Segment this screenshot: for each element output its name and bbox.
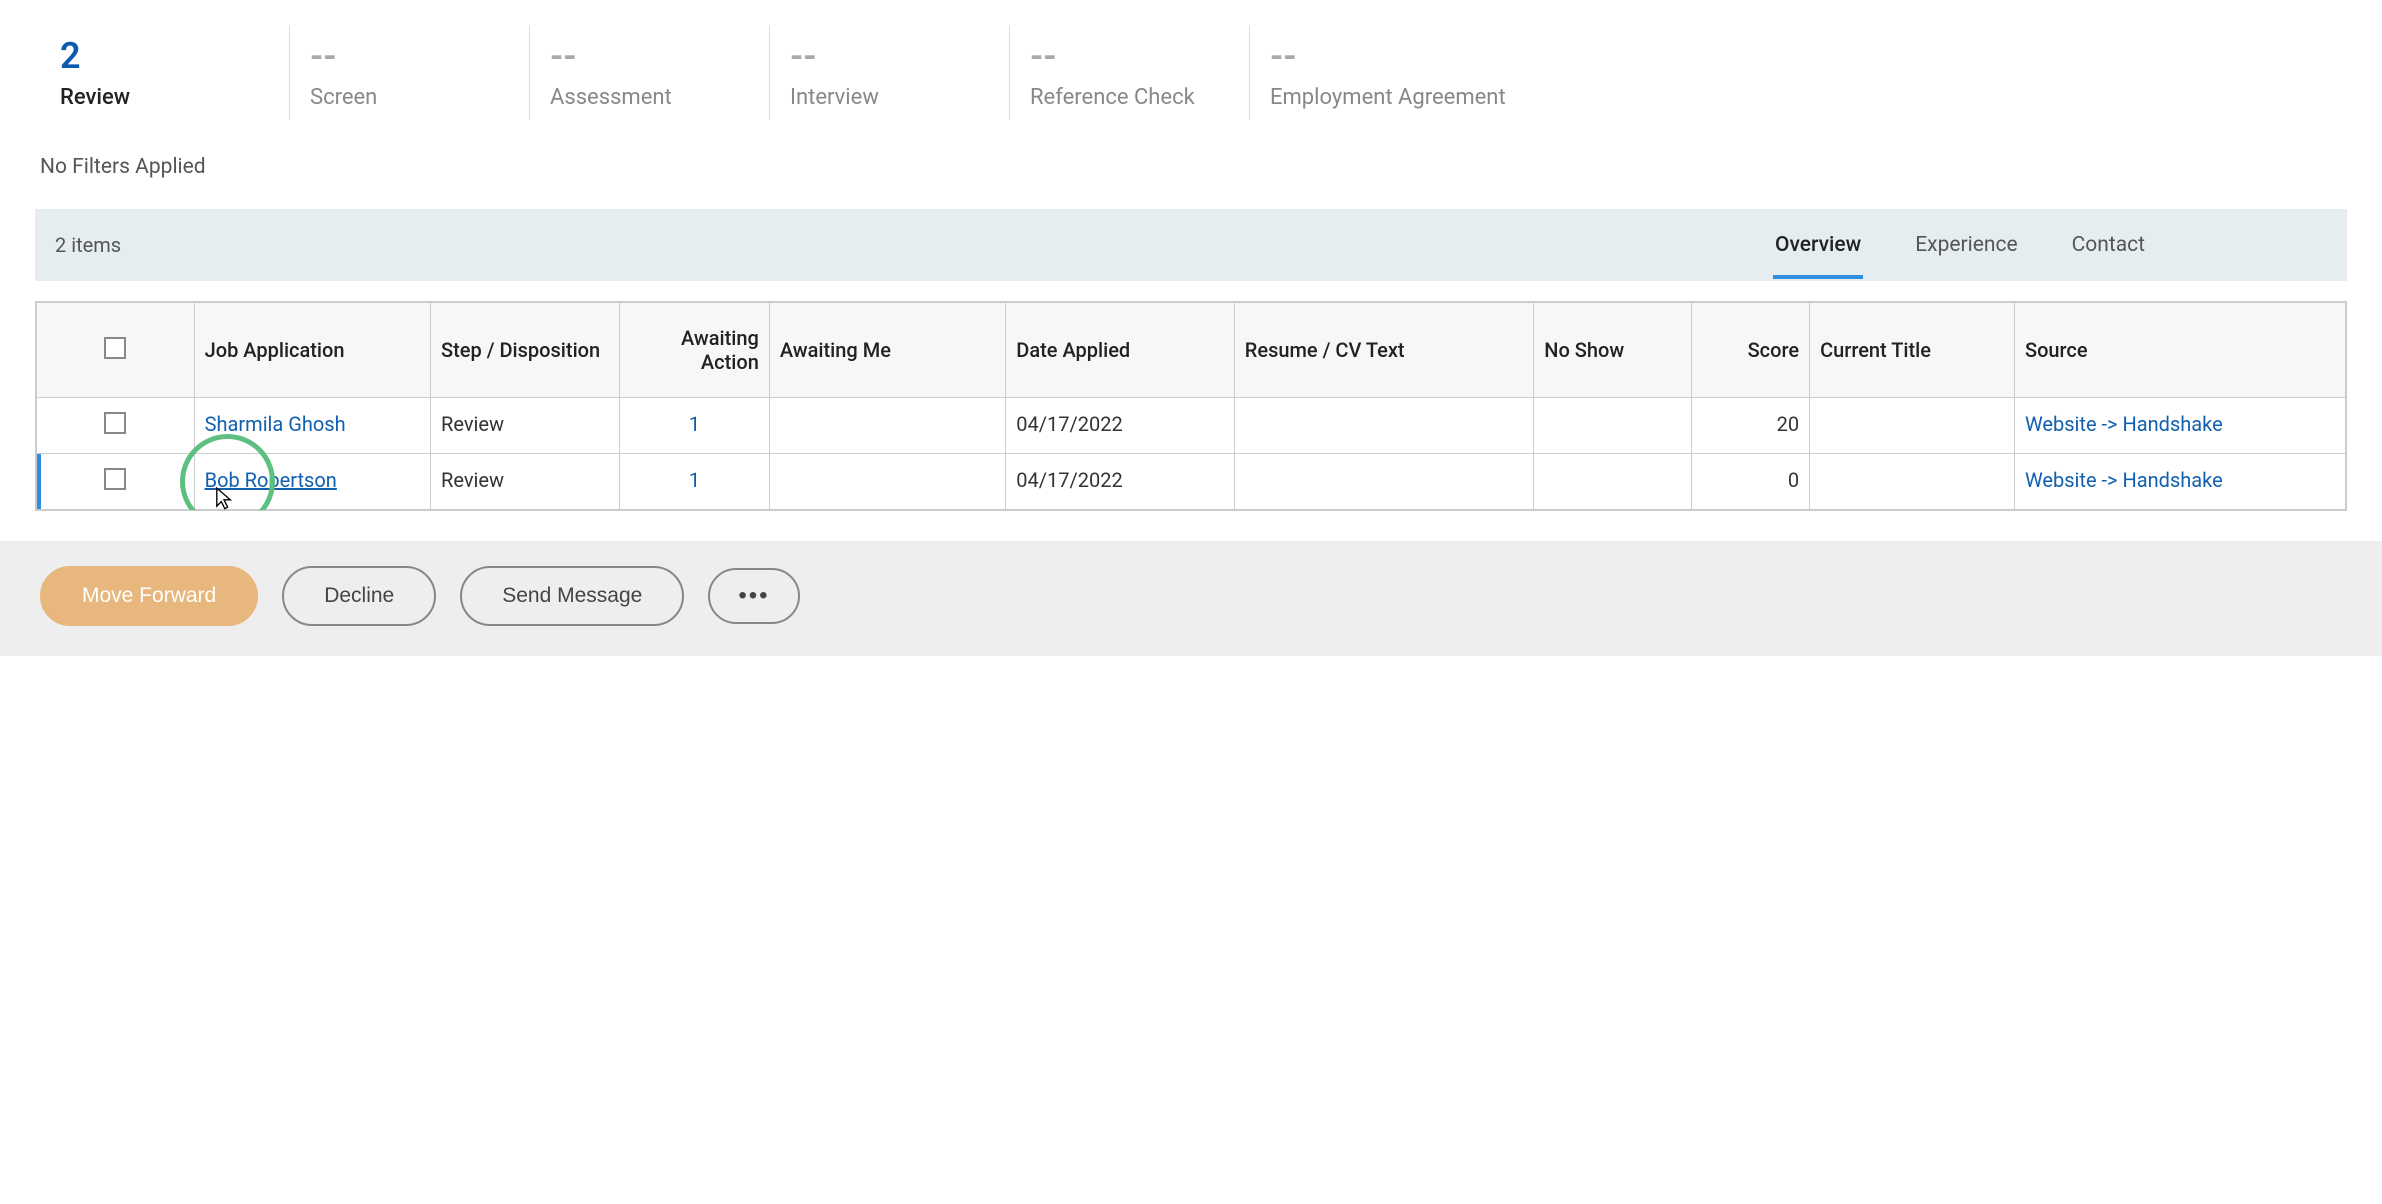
column-header-current-title[interactable]: Current Title [1810,303,2015,398]
source-cell-link[interactable]: Website -> Handshake [2025,468,2223,492]
current-title-cell [1810,398,2015,454]
candidates-table: Job Application Step / Disposition Await… [35,301,2347,511]
resume-cv-cell [1234,398,1533,454]
stage-count: -- [1030,35,1229,77]
stage-count: -- [310,35,509,77]
date-applied-cell: 04/17/2022 [1006,454,1235,510]
awaiting-me-cell [769,398,1005,454]
stage-label: Screen [310,85,509,110]
awaiting-action-cell-link[interactable]: 1 [689,468,700,492]
column-header-score[interactable]: Score [1691,303,1809,398]
column-header-resume-cv[interactable]: Resume / CV Text [1234,303,1533,398]
stage-tab-assessment[interactable]: -- Assessment [530,25,770,120]
stage-label: Assessment [550,85,749,110]
view-tab-experience[interactable]: Experience [1913,211,2019,279]
job-application-cell: Sharmila Ghosh [194,398,430,454]
job-application-cell: Bob Robertson [194,454,430,510]
item-count: 2 items [55,233,121,257]
view-tab-contact[interactable]: Contact [2070,211,2147,279]
move-forward-button[interactable]: Move Forward [40,566,258,626]
stage-tab-interview[interactable]: -- Interview [770,25,1010,120]
stage-count: -- [550,35,749,77]
send-message-button[interactable]: Send Message [460,566,684,626]
column-header-source[interactable]: Source [2014,303,2345,398]
date-applied-cell: 04/17/2022 [1006,398,1235,454]
view-tab-overview[interactable]: Overview [1773,211,1863,279]
stage-tabs: 2Review--Screen--Assessment--Interview--… [0,0,2382,130]
candidate-name-link[interactable]: Sharmila Ghosh [205,412,346,436]
source-cell: Website -> Handshake [2014,454,2345,510]
stage-label: Employment Agreement [1270,85,1506,110]
awaiting-action-cell: 1 [620,398,770,454]
stage-count: -- [1270,35,1506,77]
table-row: Bob Robertson Review 1 04/17/2022 0 Website -… [37,454,2346,510]
column-header-select-all[interactable] [37,303,195,398]
action-footer: Move Forward Decline Send Message ••• [0,541,2382,656]
filters-status: No Filters Applied [0,130,2382,209]
step-cell: Review [431,398,620,454]
view-tabs: Overview Experience Contact [1773,211,2147,279]
stage-tab-screen[interactable]: -- Screen [290,25,530,120]
score-cell: 20 [1691,398,1809,454]
stage-label: Review [60,85,269,110]
row-select-checkbox[interactable] [104,412,126,434]
table-row: Sharmila Ghosh Review 1 04/17/2022 20 Website… [37,398,2346,454]
decline-button[interactable]: Decline [282,566,436,626]
current-title-cell [1810,454,2015,510]
column-header-awaiting-me[interactable]: Awaiting Me [769,303,1005,398]
no-show-cell [1534,398,1692,454]
stage-tab-reference-check[interactable]: -- Reference Check [1010,25,1250,120]
awaiting-me-cell [769,454,1005,510]
stage-count: -- [790,35,989,77]
stage-tab-employment-agreement[interactable]: -- Employment Agreement [1250,25,1526,120]
select-all-checkbox[interactable] [104,337,126,359]
more-actions-button[interactable]: ••• [708,568,799,624]
stage-tab-review[interactable]: 2 Review [50,25,290,120]
ellipsis-icon: ••• [738,582,769,609]
column-header-step-disposition[interactable]: Step / Disposition [431,303,620,398]
stage-count: 2 [60,35,269,77]
step-cell: Review [431,454,620,510]
row-select-checkbox[interactable] [104,468,126,490]
stage-label: Interview [790,85,989,110]
awaiting-action-cell-link[interactable]: 1 [689,412,700,436]
no-show-cell [1534,454,1692,510]
table-toolbar: 2 items Overview Experience Contact [35,209,2347,281]
source-cell: Website -> Handshake [2014,398,2345,454]
resume-cv-cell [1234,454,1533,510]
score-cell: 0 [1691,454,1809,510]
table-header-row: Job Application Step / Disposition Await… [37,303,2346,398]
source-cell-link[interactable]: Website -> Handshake [2025,412,2223,436]
column-header-awaiting-action[interactable]: Awaiting Action [620,303,770,398]
column-header-no-show[interactable]: No Show [1534,303,1692,398]
candidate-name-link[interactable]: Bob Robertson [205,468,337,492]
row-select-cell [37,454,195,510]
column-header-job-application[interactable]: Job Application [194,303,430,398]
row-select-cell [37,398,195,454]
column-header-date-applied[interactable]: Date Applied [1006,303,1235,398]
awaiting-action-cell: 1 [620,454,770,510]
stage-label: Reference Check [1030,85,1229,110]
